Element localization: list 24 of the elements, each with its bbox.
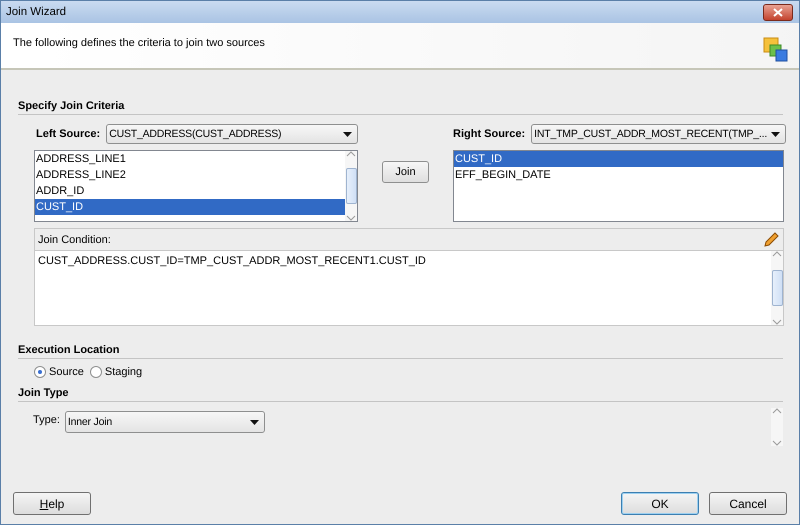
right-source-dropdown[interactable]: INT_TMP_CUST_ADDR_MOST_RECENT(TMP_... xyxy=(531,124,786,144)
join-button[interactable]: Join xyxy=(382,161,429,183)
section-heading: Join Type xyxy=(18,387,783,402)
right-source-label: Right Source: xyxy=(453,128,526,140)
left-source-label: Left Source: xyxy=(36,128,100,140)
left-source-dropdown[interactable]: CUST_ADDRESS(CUST_ADDRESS) xyxy=(106,124,358,144)
radio-option[interactable]: Staging xyxy=(90,366,142,378)
column-item[interactable]: EFF_BEGIN_DATE xyxy=(454,167,783,183)
section-heading: Execution Location xyxy=(18,344,783,359)
dialog-button[interactable]: OK xyxy=(621,492,699,515)
radio-option[interactable]: Source xyxy=(34,366,84,378)
description-text: The following defines the criteria to join two sources xyxy=(13,37,265,51)
column-item[interactable]: ADDRESS_LINE2 xyxy=(35,167,345,183)
column-item[interactable]: CUST_ID xyxy=(35,199,345,215)
window-title: Join Wizard xyxy=(6,6,66,18)
dialog-button[interactable]: Cancel xyxy=(709,492,787,515)
type-label: Type: xyxy=(33,414,60,426)
join-condition-label: Join Condition: xyxy=(38,234,111,246)
join-type-dropdown[interactable]: Inner Join xyxy=(64,411,265,433)
column-item[interactable]: ADDRESS_LINE1 xyxy=(35,151,345,167)
column-item[interactable]: CUST_ID xyxy=(454,151,783,167)
column-item[interactable]: ADDR_ID xyxy=(35,183,345,199)
section-heading: Specify Join Criteria xyxy=(18,100,783,115)
help-button[interactable]: Help xyxy=(13,492,91,515)
